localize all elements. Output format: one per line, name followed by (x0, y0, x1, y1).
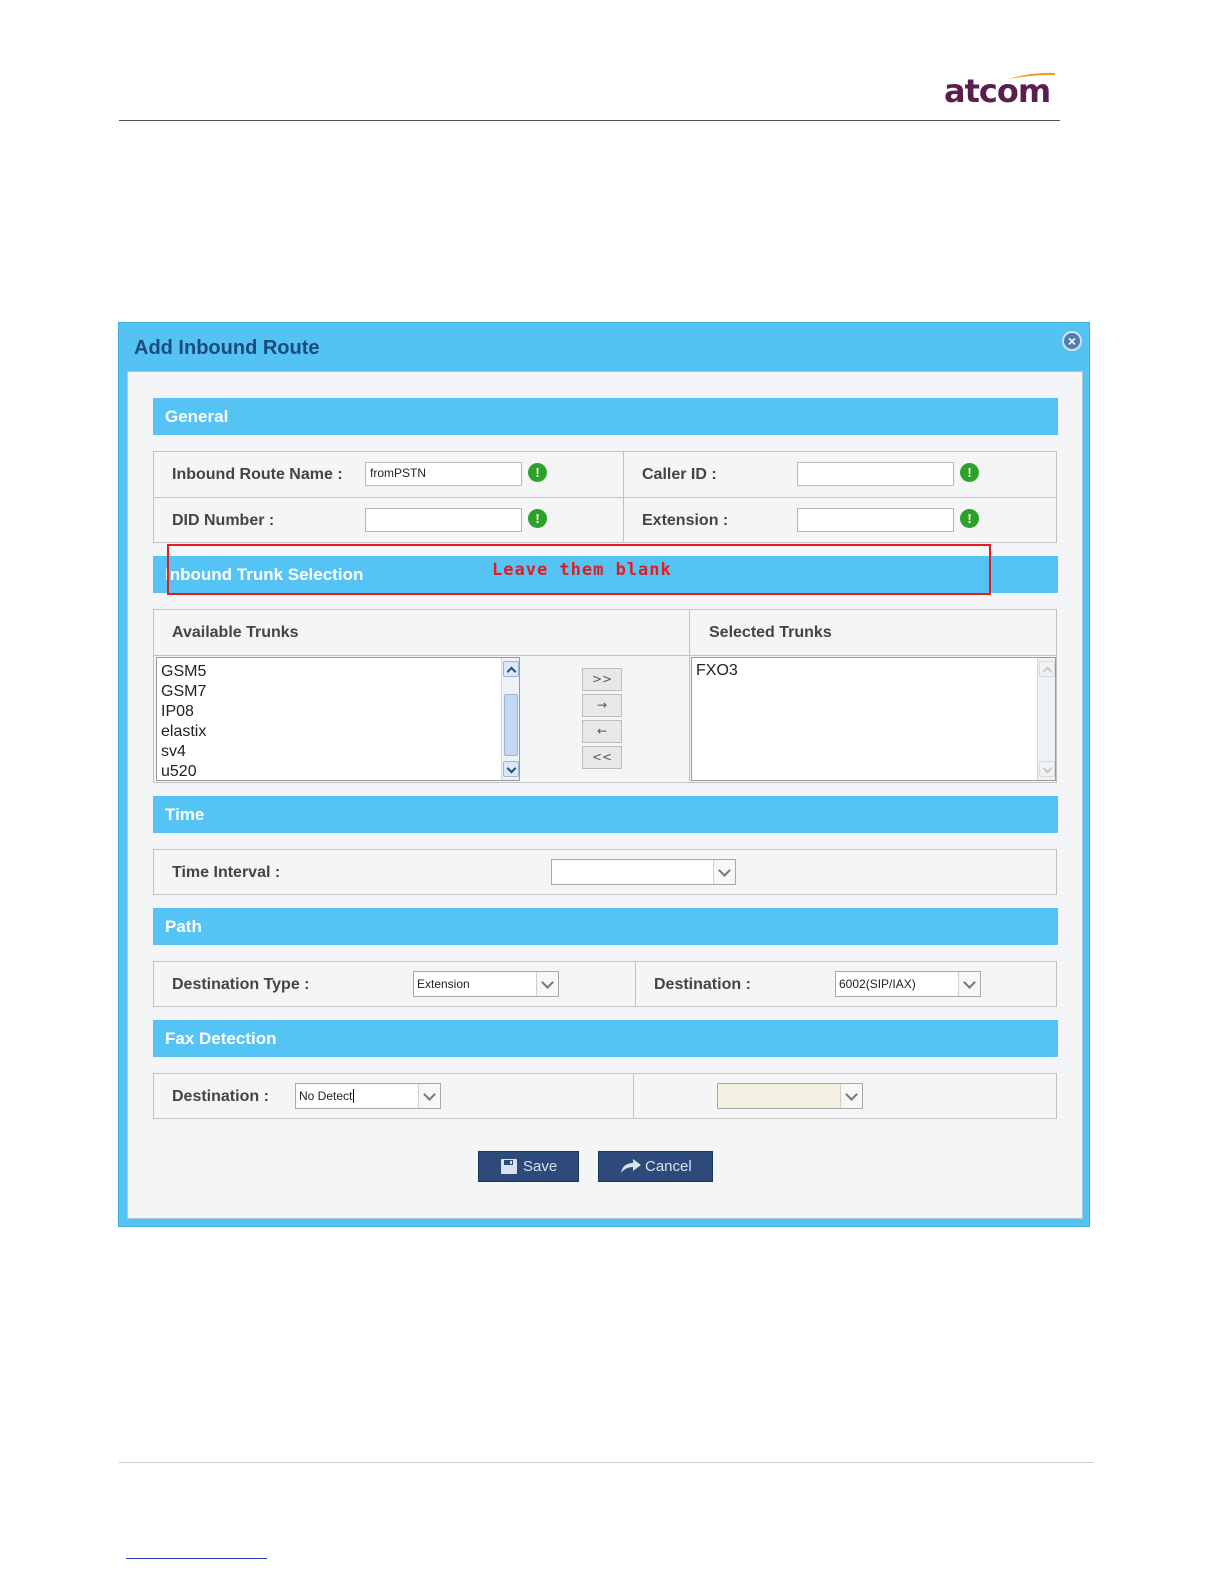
fax-box: Destination : No Detect (153, 1073, 1057, 1119)
list-item[interactable]: GSM7 (157, 682, 519, 702)
atcom-logo: atcom (944, 70, 1056, 110)
scroll-down-icon (1039, 761, 1055, 777)
route-name-label: Inbound Route Name : (172, 466, 343, 483)
cancel-button-label: Cancel (645, 1158, 692, 1175)
move-all-left-button[interactable]: << (582, 746, 622, 769)
forward-arrow-icon (621, 1159, 641, 1173)
fax-secondary-select (717, 1083, 863, 1109)
caller-id-input[interactable] (797, 462, 954, 486)
extension-input[interactable] (797, 508, 954, 532)
section-fax-header: Fax Detection (153, 1020, 1058, 1057)
list-item[interactable]: u520 (157, 762, 519, 780)
required-warning-icon: ! (960, 463, 979, 482)
chevron-down-icon (418, 1084, 440, 1108)
fax-destination-select[interactable]: No Detect (295, 1083, 441, 1109)
scroll-thumb[interactable] (504, 694, 518, 756)
selected-trunks-label: Selected Trunks (709, 624, 832, 641)
available-trunks-list[interactable]: GSM5 GSM7 IP08 elastix sv4 u520 (156, 657, 520, 781)
floppy-disk-icon (501, 1159, 517, 1174)
select-value: Extension (417, 977, 470, 991)
add-inbound-route-dialog: Add Inbound Route × General Inbound Rout… (118, 322, 1090, 1227)
save-button-label: Save (523, 1158, 558, 1175)
list-item[interactable]: sv4 (157, 742, 519, 762)
section-time-header: Time (153, 796, 1058, 833)
caller-id-label: Caller ID : (642, 466, 717, 483)
move-left-button[interactable]: ← (582, 720, 622, 743)
destination-type-label: Destination Type : (172, 976, 310, 993)
section-path-header: Path (153, 908, 1058, 945)
required-warning-icon: ! (528, 463, 547, 482)
chevron-down-icon (713, 860, 735, 884)
footer-rule (119, 1462, 1094, 1463)
save-button[interactable]: Save (478, 1151, 579, 1182)
chevron-down-icon (958, 972, 980, 996)
scroll-up-icon[interactable] (503, 661, 519, 677)
selected-trunks-list[interactable]: FXO3 (691, 657, 1056, 781)
trunk-box: Available Trunks Selected Trunks GSM5 GS… (153, 609, 1057, 783)
chevron-down-icon (840, 1084, 862, 1108)
list-item[interactable]: elastix (157, 722, 519, 742)
destination-select[interactable]: 6002(SIP/IAX) (835, 971, 981, 997)
select-value: 6002(SIP/IAX) (839, 977, 916, 991)
section-general-header: General (153, 398, 1058, 435)
required-warning-icon: ! (528, 509, 547, 528)
move-right-button[interactable]: → (582, 694, 622, 717)
time-box: Time Interval : (153, 849, 1057, 895)
move-all-right-button[interactable]: >> (582, 668, 622, 691)
close-icon[interactable]: × (1062, 331, 1082, 351)
chevron-down-icon (536, 972, 558, 996)
list-scrollbar (1037, 658, 1055, 780)
cancel-button[interactable]: Cancel (598, 1151, 713, 1182)
available-trunks-label: Available Trunks (172, 624, 299, 641)
general-box: Inbound Route Name : fromPSTN ! Caller I… (153, 451, 1057, 543)
route-name-input[interactable]: fromPSTN (365, 462, 522, 486)
fax-destination-label: Destination : (172, 1088, 269, 1105)
path-box: Destination Type : Extension Destination… (153, 961, 1057, 1007)
time-interval-select[interactable] (551, 859, 736, 885)
destination-type-select[interactable]: Extension (413, 971, 559, 997)
dialog-body: General Inbound Route Name : fromPSTN ! … (127, 371, 1083, 1219)
list-item[interactable]: IP08 (157, 702, 519, 722)
scroll-down-icon[interactable] (503, 761, 519, 777)
list-scrollbar[interactable] (501, 658, 519, 780)
header-rule (119, 120, 1060, 121)
destination-label: Destination : (654, 976, 751, 993)
did-number-input[interactable] (365, 508, 522, 532)
extension-label: Extension : (642, 512, 729, 529)
logo-text: atcom (944, 72, 1051, 110)
annotation-text: Leave them blank (492, 560, 672, 580)
select-value: No Detect (299, 1089, 353, 1103)
list-item[interactable]: GSM5 (157, 662, 519, 682)
required-warning-icon: ! (960, 509, 979, 528)
list-item[interactable]: FXO3 (692, 661, 1055, 681)
footer-link-underline[interactable] (126, 1558, 267, 1559)
scroll-up-icon (1039, 661, 1055, 677)
did-number-label: DID Number : (172, 512, 275, 529)
time-interval-label: Time Interval : (172, 864, 281, 881)
dialog-title: Add Inbound Route (134, 337, 320, 359)
